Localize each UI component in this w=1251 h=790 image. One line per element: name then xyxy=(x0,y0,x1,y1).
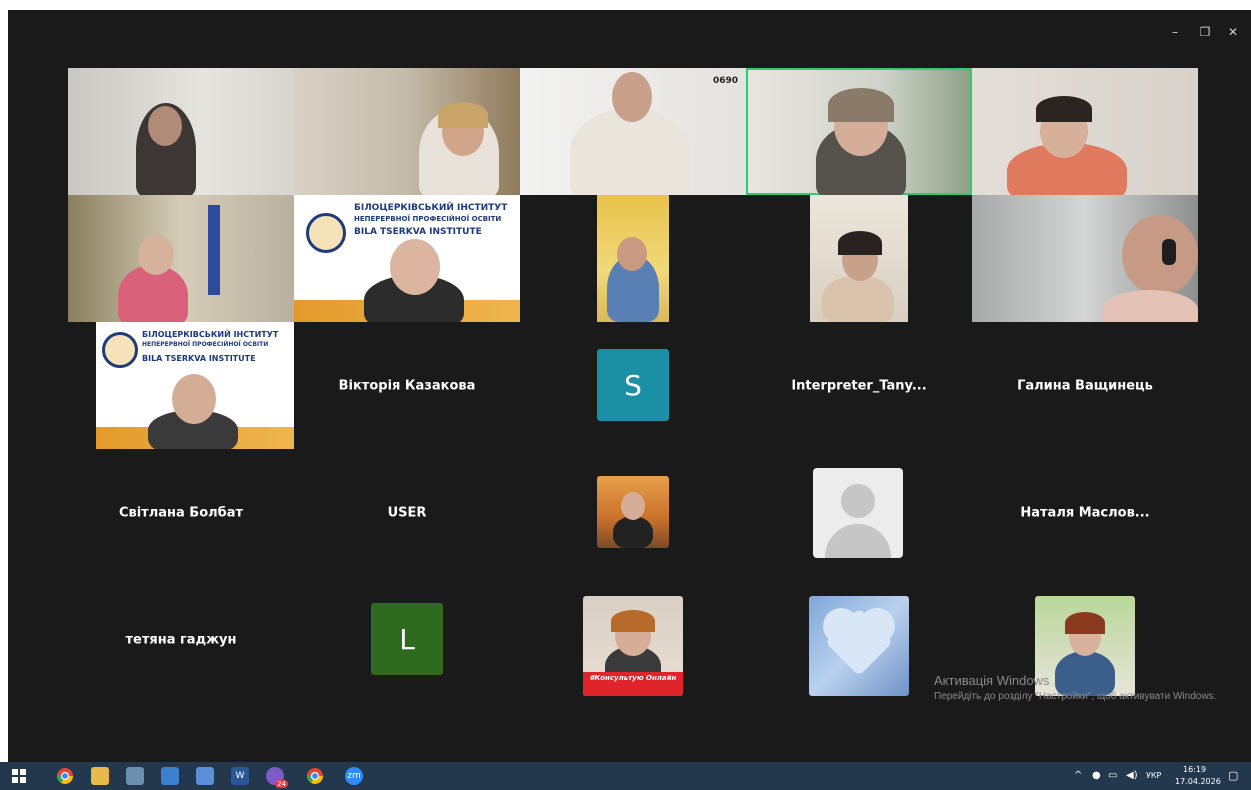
name-tile-user[interactable]: USER xyxy=(294,449,520,576)
banner-subtitle-ua: НЕПЕРЕРВНОЇ ПРОФЕСІЙНОЇ ОСВІТИ xyxy=(354,215,502,223)
default-avatar-icon xyxy=(813,468,903,558)
activation-watermark-title: Активація Windows xyxy=(934,673,1050,688)
letter-avatar-l: L xyxy=(371,603,443,675)
volume-icon[interactable]: ◀) xyxy=(1126,770,1138,781)
close-button[interactable]: ✕ xyxy=(1223,24,1243,40)
viber-icon[interactable]: 24 xyxy=(266,767,288,788)
video-tile-1[interactable] xyxy=(68,68,294,195)
notifications-icon[interactable]: ▢ xyxy=(1228,769,1238,782)
clock-date[interactable]: 17.04.2026 xyxy=(1175,777,1221,786)
microphone-icon[interactable]: ● xyxy=(1092,770,1101,781)
profile-photo xyxy=(597,476,669,548)
overlay-badge: 0690 xyxy=(712,76,738,86)
chrome-icon[interactable] xyxy=(56,767,74,785)
word-icon[interactable]: W xyxy=(231,767,249,785)
minimize-button[interactable]: – xyxy=(1165,24,1185,40)
video-tile-8[interactable] xyxy=(520,195,746,322)
banner-title-ua: БІЛОЦЕРКІВСЬКИЙ ІНСТИТУТ xyxy=(354,203,508,213)
participant-name: Наталя Маслов... xyxy=(1020,505,1150,520)
participant-name: Вікторія Казакова xyxy=(338,378,476,393)
restore-button[interactable]: ❐ xyxy=(1195,24,1215,40)
participant-name: USER xyxy=(387,505,427,520)
participant-name: Interpreter_Tany... xyxy=(791,378,927,393)
video-tile-9[interactable] xyxy=(746,195,972,322)
banner-title-en: BILA TSERKVA INSTITUTE xyxy=(354,227,482,237)
participant-name: Галина Ващинець xyxy=(1017,378,1153,393)
avatar-tile-default[interactable] xyxy=(746,449,972,576)
banner2-title-en: BILA TSERKVA INSTITUTE xyxy=(142,354,256,363)
video-tile-3[interactable]: 0690 xyxy=(520,68,746,195)
network-icon[interactable]: ▭ xyxy=(1108,770,1117,781)
heart-picture xyxy=(809,596,909,696)
participant-name: Світлана Болбат xyxy=(118,505,244,520)
language-indicator[interactable]: УКР xyxy=(1146,771,1161,780)
name-tile-natalia[interactable]: Наталя Маслов... xyxy=(972,449,1198,576)
video-tile-10[interactable] xyxy=(972,195,1198,322)
windows-start-icon[interactable] xyxy=(10,767,28,785)
notification-badge: 24 xyxy=(275,780,288,788)
profile-photo xyxy=(1035,596,1135,696)
name-tile-svitlana[interactable]: Світлана Болбат xyxy=(68,449,294,576)
banner2-title-ua: БІЛОЦЕРКІВСЬКИЙ ІНСТИТУТ xyxy=(142,330,279,339)
video-tile-2[interactable] xyxy=(294,68,520,195)
letter-avatar-s: S xyxy=(597,349,669,421)
file-explorer-icon[interactable] xyxy=(91,767,109,785)
konsult-label: #Консультую Онлайн xyxy=(583,672,683,696)
name-tile-interpreter[interactable]: Interpreter_Tany... xyxy=(746,322,972,449)
tray-chevron-icon[interactable]: ^ xyxy=(1074,770,1082,781)
video-tile-6[interactable] xyxy=(68,195,294,322)
chrome-profile-icon[interactable] xyxy=(306,767,324,785)
network-app-icon[interactable] xyxy=(196,767,214,785)
taskbar: W 24 zm ^ ● ▭ ◀) УКР 16:19 17.04.2026 ▢ xyxy=(0,762,1251,790)
name-tile-viktoria[interactable]: Вікторія Казакова xyxy=(294,322,520,449)
video-tile-4-active-speaker[interactable] xyxy=(746,68,972,195)
avatar-tile-l[interactable]: L xyxy=(294,576,520,703)
people-icon[interactable] xyxy=(161,767,179,785)
clock-time[interactable]: 16:19 xyxy=(1183,765,1206,774)
name-tile-halyna[interactable]: Галина Ващинець xyxy=(972,322,1198,449)
zoom-meeting-window: – ❐ ✕ 0690 БІЛОЦЕРКІВСЬКИЙ ІНСТИТУТ НЕПЕ… xyxy=(8,10,1251,762)
participant-name: тетяна гаджун xyxy=(125,632,237,647)
control-panel-icon[interactable] xyxy=(126,767,144,785)
avatar-tile-photo[interactable] xyxy=(520,449,746,576)
avatar-tile-s[interactable]: S xyxy=(520,322,746,449)
avatar-tile-konsult[interactable]: #Консультую Онлайн xyxy=(520,576,746,703)
video-tile-5[interactable] xyxy=(972,68,1198,195)
video-tile-11-institute-banner[interactable]: БІЛОЦЕРКІВСЬКИЙ ІНСТИТУТ НЕПЕРЕРВНОЇ ПРО… xyxy=(68,322,294,449)
profile-photo: #Консультую Онлайн xyxy=(583,596,683,696)
banner2-subtitle-ua: НЕПЕРЕРВНОЇ ПРОФЕСІЙНОЇ ОСВІТИ xyxy=(142,341,269,348)
activation-watermark-subtitle: Перейдіть до розділу "Настройки", щоб ак… xyxy=(934,691,1217,702)
name-tile-tetiana[interactable]: тетяна гаджун xyxy=(68,576,294,703)
video-tile-7-institute-banner[interactable]: БІЛОЦЕРКІВСЬКИЙ ІНСТИТУТ НЕПЕРЕРВНОЇ ПРО… xyxy=(294,195,520,322)
zoom-icon[interactable]: zm xyxy=(345,767,363,785)
